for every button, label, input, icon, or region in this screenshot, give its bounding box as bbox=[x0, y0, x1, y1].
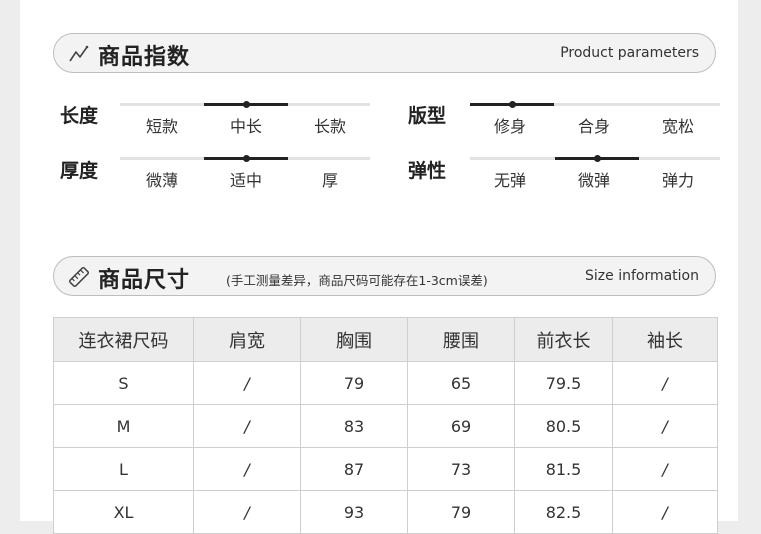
size-information-header: 商品尺寸 (手工测量差异，商品尺码可能存在1-3cm误差) Size infor… bbox=[53, 256, 716, 296]
table-row: M / 83 69 80.5 / bbox=[53, 404, 718, 448]
table-cell: 79.5 bbox=[514, 361, 613, 405]
table-cell: 93 bbox=[300, 490, 408, 534]
table-cell: 79 bbox=[407, 490, 515, 534]
table-row: L / 87 73 81.5 / bbox=[53, 447, 718, 491]
table-row: S / 79 65 79.5 / bbox=[53, 361, 718, 405]
column-header: 袖长 bbox=[612, 317, 718, 362]
table-header-row: 连衣裙尺码 肩宽 胸围 腰围 前衣长 袖长 bbox=[53, 317, 718, 362]
table-cell: / bbox=[193, 447, 301, 491]
column-header: 腰围 bbox=[407, 317, 515, 362]
param-selected-indicator bbox=[555, 155, 639, 162]
param-option-selected: 修身 bbox=[493, 117, 526, 136]
param-label: 长度 bbox=[60, 105, 99, 127]
section-title: 商品指数 bbox=[98, 45, 191, 70]
table-cell: M bbox=[53, 404, 194, 448]
table-cell: 65 bbox=[407, 361, 515, 405]
table-cell: 79 bbox=[300, 361, 408, 405]
param-label: 版型 bbox=[408, 105, 447, 127]
table-cell: / bbox=[612, 447, 718, 491]
column-header: 肩宽 bbox=[193, 317, 301, 362]
column-header: 连衣裙尺码 bbox=[53, 317, 194, 362]
param-option-selected: 微弹 bbox=[577, 171, 610, 190]
table-cell: 73 bbox=[407, 447, 515, 491]
product-parameters-header: 商品指数 Product parameters bbox=[53, 33, 716, 73]
section-subtitle: Size information bbox=[585, 268, 699, 284]
table-cell: / bbox=[612, 490, 718, 534]
table-cell: / bbox=[612, 404, 718, 448]
table-cell: / bbox=[193, 490, 301, 534]
param-option: 微薄 bbox=[145, 171, 178, 190]
column-header: 胸围 bbox=[300, 317, 408, 362]
param-option: 无弹 bbox=[493, 171, 526, 190]
table-cell: 80.5 bbox=[514, 404, 613, 448]
param-selected-indicator bbox=[204, 155, 288, 162]
table-cell: / bbox=[612, 361, 718, 405]
table-cell: XL bbox=[53, 490, 194, 534]
product-detail-panel: 商品指数 Product parameters 长度 短款 中长 长款 厚度 微… bbox=[20, 0, 738, 534]
param-option: 宽松 bbox=[661, 117, 694, 136]
table-cell: L bbox=[53, 447, 194, 491]
param-label: 厚度 bbox=[60, 160, 99, 182]
ruler-icon bbox=[68, 266, 90, 288]
table-cell: 69 bbox=[407, 404, 515, 448]
param-option-selected: 适中 bbox=[229, 171, 262, 190]
table-cell: 81.5 bbox=[514, 447, 613, 491]
table-cell: 83 bbox=[300, 404, 408, 448]
table-row: XL / 93 79 82.5 / bbox=[53, 490, 718, 534]
param-option: 短款 bbox=[145, 117, 178, 136]
column-header: 前衣长 bbox=[514, 317, 613, 362]
param-selected-indicator bbox=[204, 101, 288, 108]
table-cell: 87 bbox=[300, 447, 408, 491]
param-option: 弹力 bbox=[661, 171, 694, 190]
param-option-selected: 中长 bbox=[229, 117, 262, 136]
section-subtitle: Product parameters bbox=[560, 45, 699, 61]
section-title: 商品尺寸 bbox=[98, 268, 191, 293]
param-selected-indicator bbox=[470, 101, 554, 108]
measurement-note: (手工测量差异，商品尺码可能存在1-3cm误差) bbox=[226, 273, 488, 288]
table-cell: / bbox=[193, 404, 301, 448]
param-label: 弹性 bbox=[408, 160, 447, 182]
trend-line-icon bbox=[69, 45, 89, 62]
table-cell: S bbox=[53, 361, 194, 405]
table-cell: / bbox=[193, 361, 301, 405]
param-option: 长款 bbox=[313, 117, 346, 136]
table-cell: 82.5 bbox=[514, 490, 613, 534]
param-option: 厚 bbox=[321, 171, 338, 190]
size-table: 连衣裙尺码 肩宽 胸围 腰围 前衣长 袖长 S / 79 65 79.5 / M… bbox=[53, 317, 718, 534]
param-option: 合身 bbox=[577, 117, 610, 136]
